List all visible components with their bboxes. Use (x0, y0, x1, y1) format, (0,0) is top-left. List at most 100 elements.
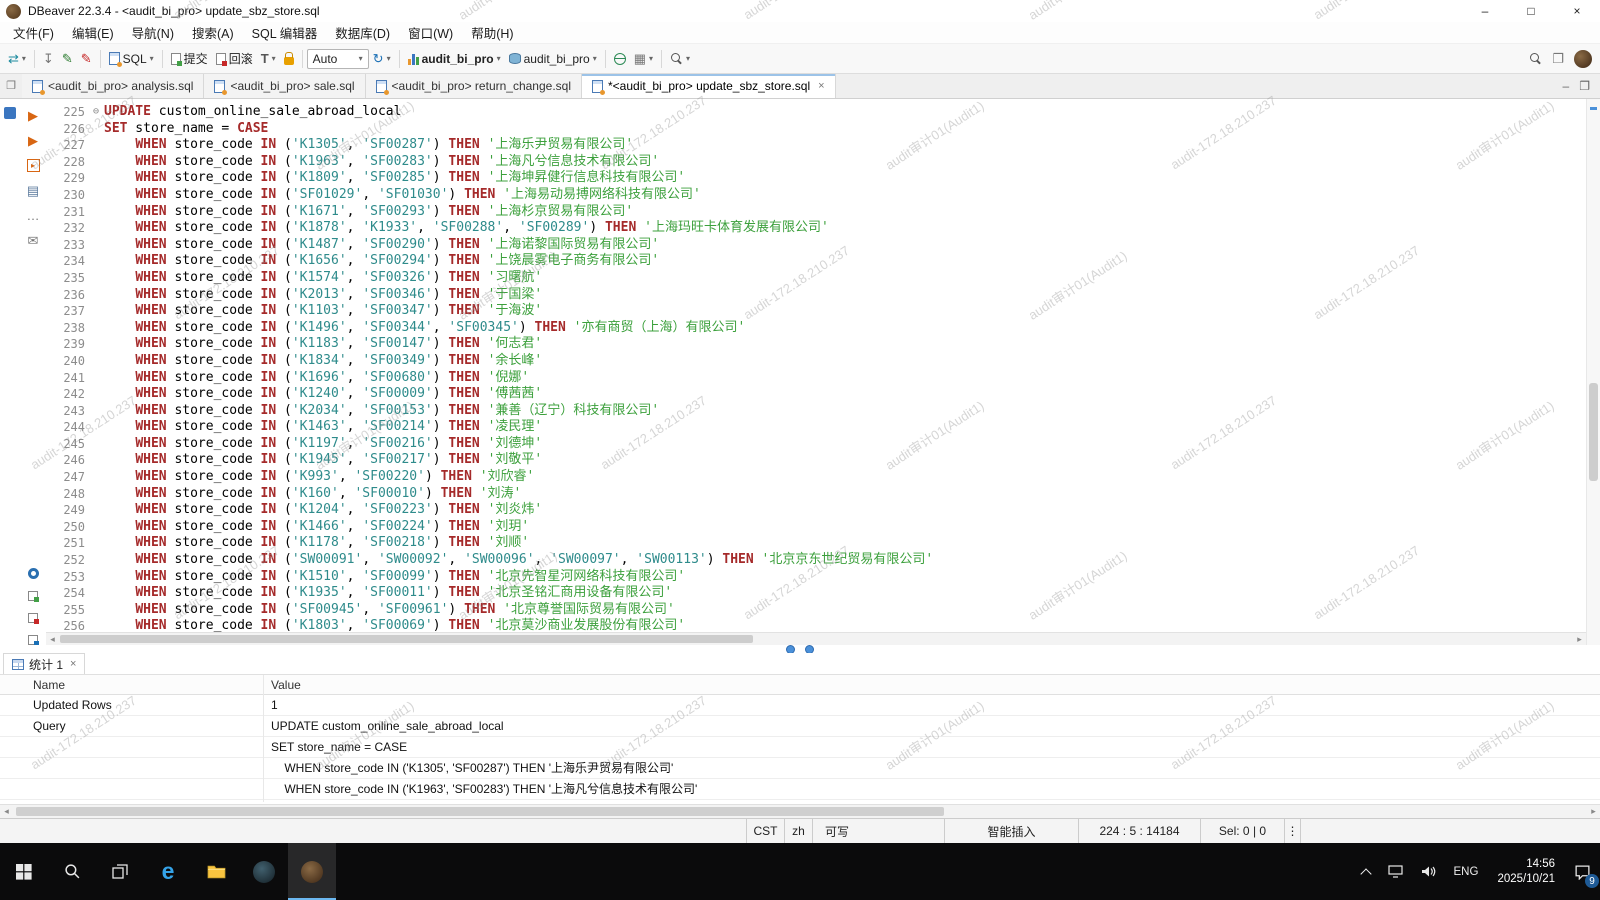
status-caret-position[interactable]: 224 : 5 : 14184 (1078, 819, 1200, 843)
settings-gear-icon[interactable] (28, 568, 39, 579)
database-navigator-icon[interactable] (4, 107, 16, 119)
tab-update-sbz-store-sql[interactable]: *<audit_bi_pro> update_sbz_store.sql × (582, 74, 836, 98)
tab-return-change-sql[interactable]: <audit_bi_pro> return_change.sql (366, 74, 582, 98)
code-line[interactable]: 255 WHEN store_code IN ('SF00945', 'SF00… (46, 602, 1586, 619)
menu-edit[interactable]: 编辑(E) (63, 23, 123, 42)
tab-close-icon[interactable]: × (818, 80, 824, 92)
editor-vertical-scrollbar[interactable] (1586, 99, 1600, 645)
start-button[interactable] (0, 843, 48, 900)
tab-sale-sql[interactable]: <audit_bi_pro> sale.sql (204, 74, 365, 98)
menu-search[interactable]: 搜索(A) (183, 23, 243, 42)
export-script-icon[interactable] (28, 613, 38, 623)
code-line[interactable]: 233 WHEN store_code IN ('K1487', 'SF0029… (46, 237, 1586, 254)
export-result-icon[interactable] (28, 591, 38, 601)
more-actions-icon[interactable]: … (27, 209, 40, 222)
code-line[interactable]: 252 WHEN store_code IN ('SW00091', 'SW00… (46, 552, 1586, 569)
code-line[interactable]: 236 WHEN store_code IN ('K2013', 'SF0034… (46, 287, 1586, 304)
code-line[interactable]: 228 WHEN store_code IN ('K1963', 'SF0028… (46, 154, 1586, 171)
search-menu-button[interactable]: ▾ (666, 47, 694, 71)
menu-database[interactable]: 数据库(D) (326, 23, 399, 42)
panel-horizontal-scrollbar[interactable]: ◂ ▸ (0, 804, 1600, 818)
menu-sql-editor[interactable]: SQL 编辑器 (243, 23, 327, 42)
action-center-button[interactable]: 9 (1565, 843, 1600, 900)
app-button-1[interactable] (240, 843, 288, 900)
quick-search-button[interactable] (1525, 47, 1546, 71)
edge-browser-button[interactable]: e (144, 843, 192, 900)
tray-volume-button[interactable] (1412, 843, 1445, 900)
export-mail-icon[interactable]: ✉ (28, 234, 39, 247)
scroll-right-icon[interactable]: ▸ (1587, 805, 1600, 818)
perspective-button[interactable]: ❐ (1548, 47, 1568, 71)
code-line[interactable]: 231 WHEN store_code IN ('K1671', 'SF0029… (46, 204, 1586, 221)
tray-expand-button[interactable] (1353, 843, 1379, 900)
dbeaver-taskbar-button[interactable] (288, 843, 336, 900)
tab-analysis-sql[interactable]: <audit_bi_pro> analysis.sql (22, 74, 204, 98)
stats-table-row[interactable]: Updated Rows1 (0, 695, 1600, 716)
menu-file[interactable]: 文件(F) (4, 23, 63, 42)
code-line[interactable]: 253 WHEN store_code IN ('K1510', 'SF0009… (46, 569, 1586, 586)
scroll-left-icon[interactable]: ◂ (46, 633, 59, 645)
code-line[interactable]: 229 WHEN store_code IN ('K1809', 'SF0028… (46, 170, 1586, 187)
code-line[interactable]: 242 WHEN store_code IN ('K1240', 'SF0000… (46, 386, 1586, 403)
execute-statement-icon[interactable]: ▶ (28, 109, 38, 122)
stats-table-row[interactable]: WHEN store_code IN ('K1305', 'SF00287') … (0, 758, 1600, 779)
file-explorer-button[interactable] (192, 843, 240, 900)
scroll-right-icon[interactable]: ▸ (1573, 633, 1586, 645)
stats-table-row[interactable]: WHEN store_code IN ('K1963', 'SF00283') … (0, 779, 1600, 800)
code-line[interactable]: 243 WHEN store_code IN ('K2034', 'SF0015… (46, 403, 1586, 420)
code-line[interactable]: 234 WHEN store_code IN ('K1656', 'SF0029… (46, 253, 1586, 270)
sql-menu-button[interactable]: SQL ▾ (105, 47, 158, 71)
stats-table-row[interactable]: SET store_name = CASE (0, 737, 1600, 758)
edit-commit-button[interactable]: ✎ (58, 47, 77, 71)
code-line[interactable]: 250 WHEN store_code IN ('K1466', 'SF0022… (46, 519, 1586, 536)
code-line[interactable]: 244 WHEN store_code IN ('K1463', 'SF0021… (46, 419, 1586, 436)
code-line[interactable]: 226SET store_name = CASE (46, 121, 1586, 138)
grid-view-button[interactable]: ▦▾ (630, 47, 657, 71)
import-script-icon[interactable] (28, 635, 38, 645)
tray-language[interactable]: ENG (1445, 843, 1488, 900)
minimize-editor-icon[interactable]: – (1563, 79, 1570, 93)
transaction-log-button[interactable]: T▾ (257, 47, 280, 71)
sql-editor[interactable]: 225⊖UPDATE custom_online_sale_abroad_loc… (46, 99, 1586, 645)
code-line[interactable]: 239 WHEN store_code IN ('K1183', 'SF0014… (46, 336, 1586, 353)
code-line[interactable]: 227 WHEN store_code IN ('K1305', 'SF0028… (46, 137, 1586, 154)
code-line[interactable]: 235 WHEN store_code IN ('K1574', 'SF0032… (46, 270, 1586, 287)
editor-results-sash[interactable] (0, 645, 1600, 653)
vertical-scroll-thumb[interactable] (1589, 383, 1598, 481)
explain-plan-icon[interactable]: ▤ (27, 184, 39, 197)
code-line[interactable]: 238 WHEN store_code IN ('K1496', 'SF0034… (46, 320, 1586, 337)
code-line[interactable]: 225⊖UPDATE custom_online_sale_abroad_loc… (46, 104, 1586, 121)
connection-selector[interactable]: audit_bi_pro ▾ (404, 47, 505, 71)
fold-marker-icon[interactable]: ⊖ (88, 104, 104, 121)
taskbar-search-button[interactable] (48, 843, 96, 900)
rollback-button[interactable]: 回滚 (212, 47, 257, 71)
column-header-name[interactable]: Name (0, 675, 263, 694)
code-line[interactable]: 251 WHEN store_code IN ('K1178', 'SF0021… (46, 535, 1586, 552)
code-line[interactable]: 254 WHEN store_code IN ('K1935', 'SF0001… (46, 585, 1586, 602)
maximize-editor-icon[interactable]: ❐ (1579, 79, 1590, 93)
code-line[interactable]: 245 WHEN store_code IN ('K1197', 'SF0021… (46, 436, 1586, 453)
close-button[interactable]: × (1554, 0, 1600, 22)
close-statistics-tab-icon[interactable]: × (70, 658, 76, 670)
code-line[interactable]: 249 WHEN store_code IN ('K1204', 'SF0022… (46, 502, 1586, 519)
status-insert-mode[interactable]: 智能插入 (944, 819, 1078, 843)
horizontal-scroll-thumb[interactable] (60, 635, 753, 643)
menu-navigate[interactable]: 导航(N) (123, 23, 183, 42)
code-line[interactable]: 237 WHEN store_code IN ('K1103', 'SF0034… (46, 303, 1586, 320)
code-line[interactable]: 256 WHEN store_code IN ('K1803', 'SF0006… (46, 618, 1586, 632)
execute-new-tab-icon[interactable]: ▸ (27, 159, 40, 172)
schema-selector[interactable]: audit_bi_pro ▾ (505, 47, 601, 71)
editor-horizontal-scrollbar[interactable]: ◂ ▸ (46, 632, 1586, 645)
code-line[interactable]: 246 WHEN store_code IN ('K1945', 'SF0021… (46, 452, 1586, 469)
code-line[interactable]: 232 WHEN store_code IN ('K1878', 'K1933'… (46, 220, 1586, 237)
code-line[interactable]: 247 WHEN store_code IN ('K993', 'SF00220… (46, 469, 1586, 486)
tray-clock[interactable]: 14:56 2025/10/21 (1487, 857, 1565, 887)
tab-statistics[interactable]: 统计 1 × (3, 653, 85, 674)
tray-display-button[interactable] (1379, 843, 1412, 900)
new-sql-editor-button[interactable]: ⇄▾ (4, 47, 30, 71)
restore-panel-icon[interactable]: ❐ (0, 74, 22, 98)
code-line[interactable]: 248 WHEN store_code IN ('K160', 'SF00010… (46, 486, 1586, 503)
menu-help[interactable]: 帮助(H) (462, 23, 522, 42)
task-view-button[interactable] (96, 843, 144, 900)
scroll-left-icon[interactable]: ◂ (0, 805, 13, 818)
